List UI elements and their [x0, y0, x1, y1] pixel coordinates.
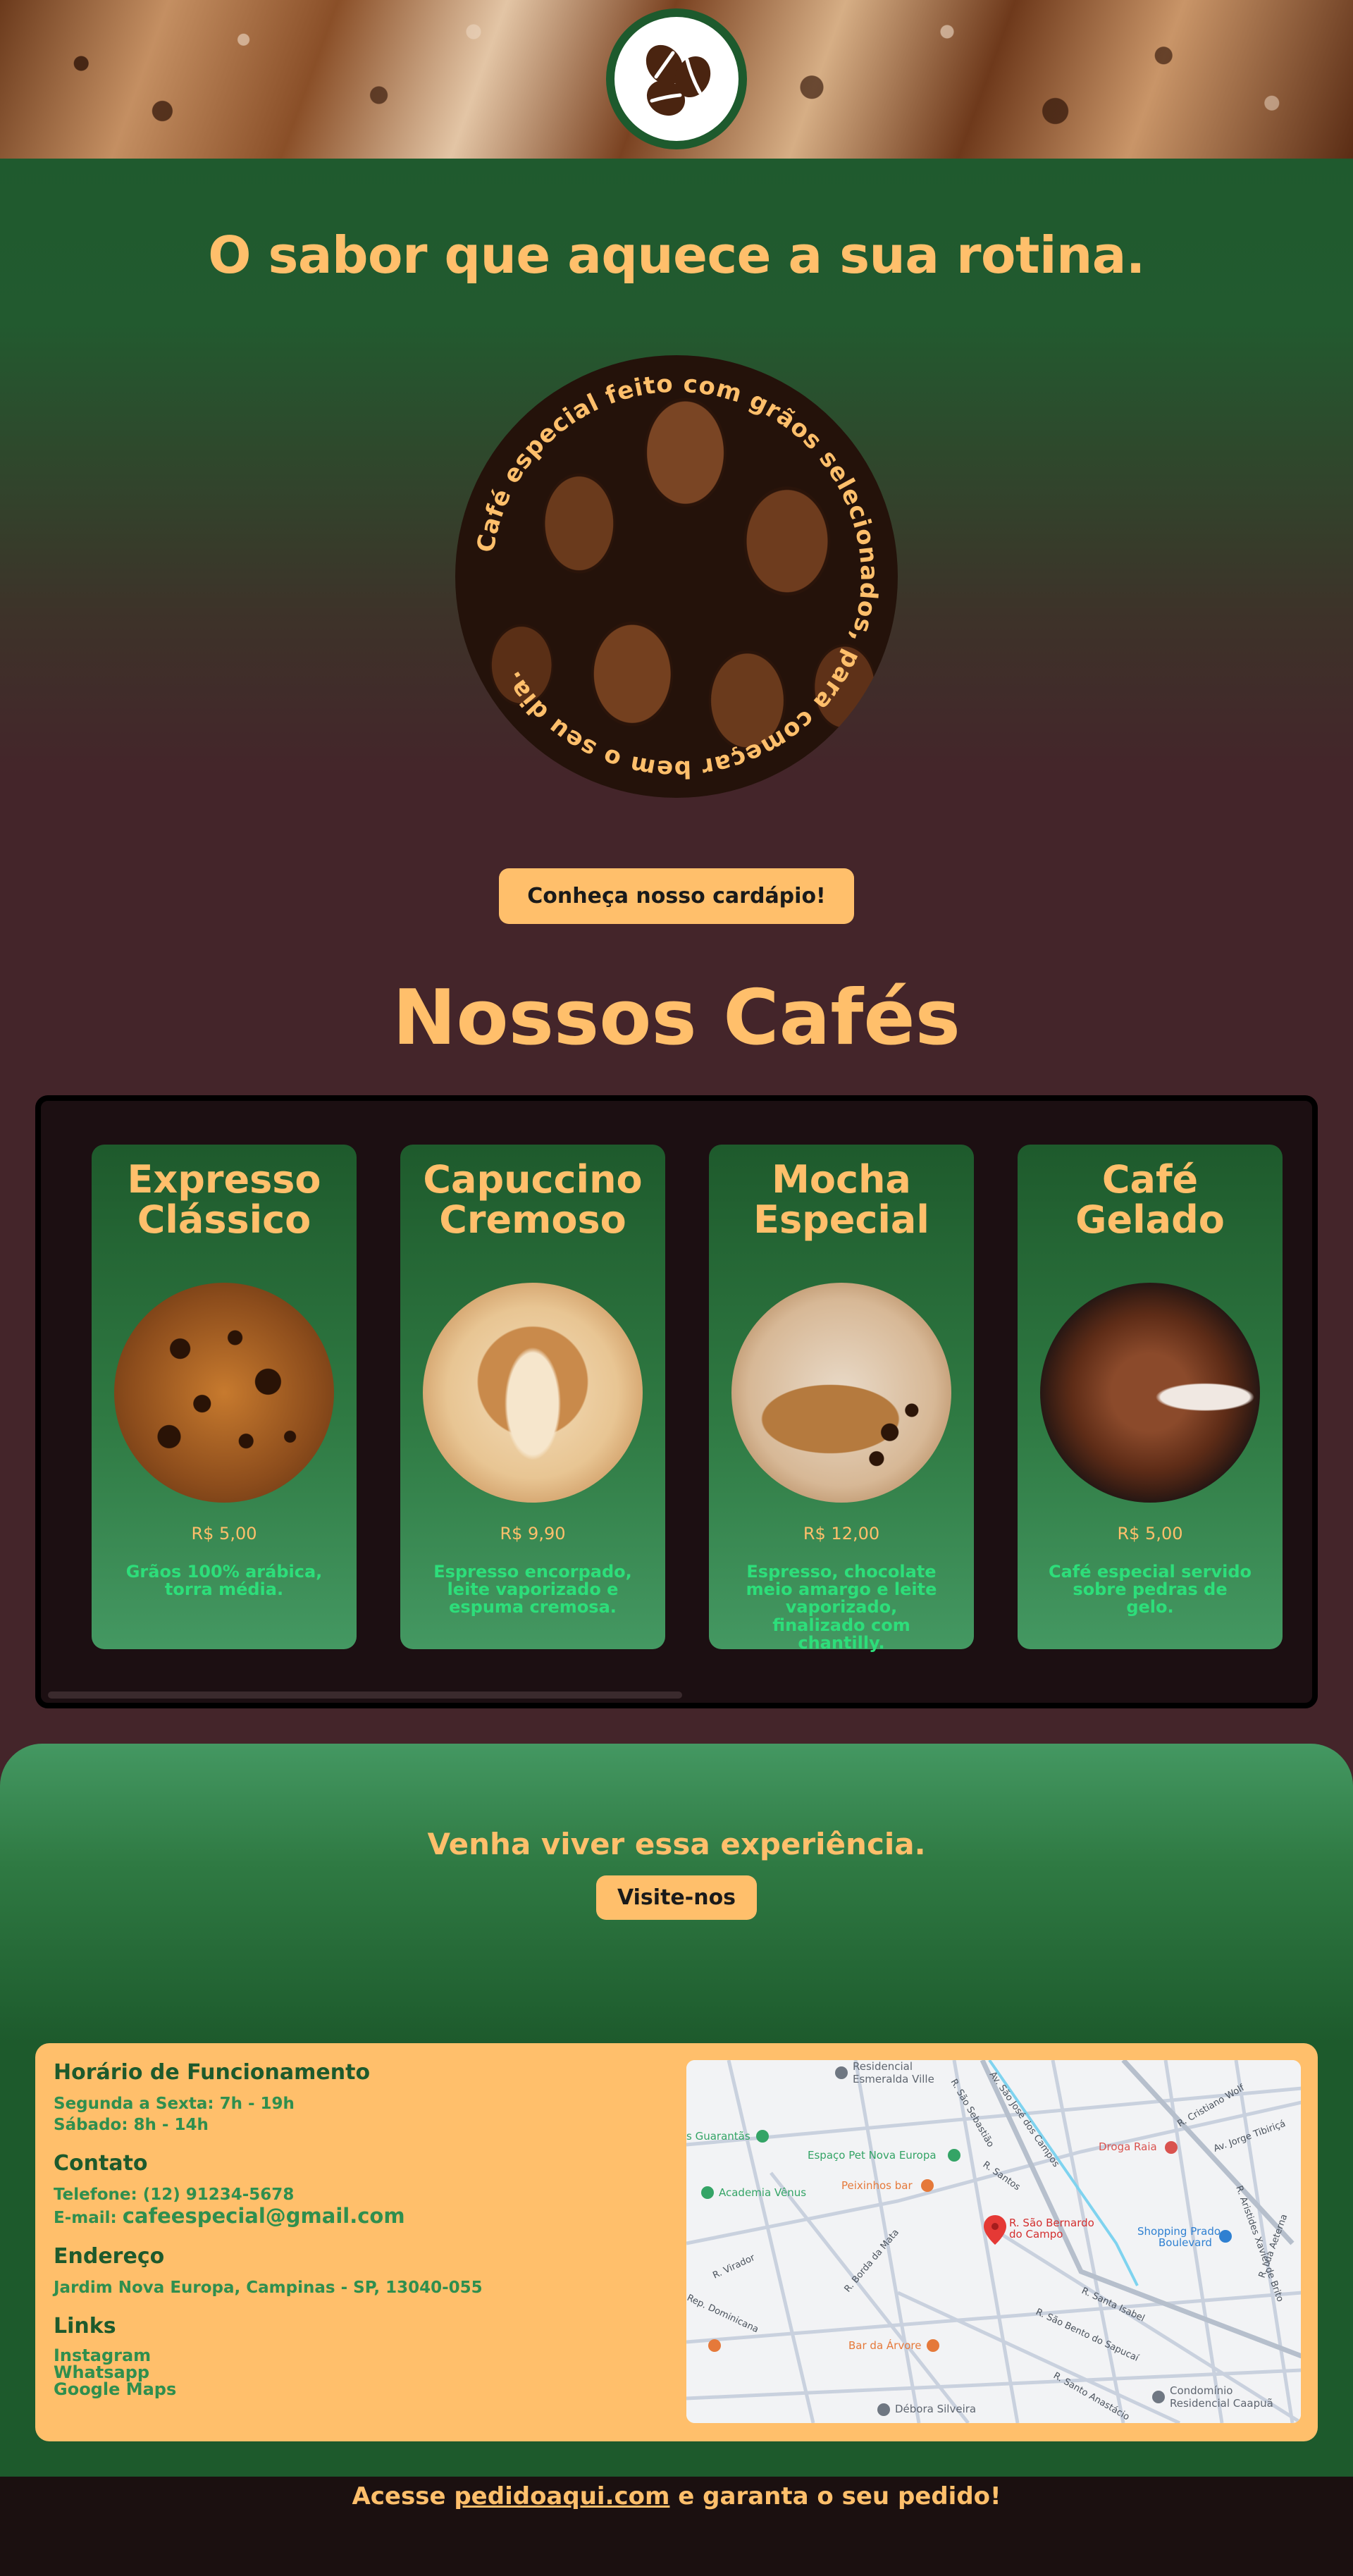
card-title: Mocha Especial: [709, 1157, 974, 1250]
footer-prefix: Acesse: [352, 2482, 446, 2510]
map-label: Espaço Pet Nova Europa: [808, 2149, 937, 2162]
card-description: Café especial servido sobre pedras de ge…: [1048, 1562, 1252, 1617]
card-title-line: Gelado: [1075, 1197, 1225, 1242]
visit-section: Venha viver essa experiência. Visite-nos: [0, 1744, 1353, 2043]
links-title: Links: [54, 2314, 116, 2338]
expresso-image: [114, 1283, 334, 1503]
map-canvas[interactable]: Residencial Esmeralda Ville s Guarantãs …: [686, 2060, 1302, 2423]
hours-saturday: Sábado: 8h - 14h: [54, 2116, 209, 2134]
coffee-card[interactable]: Mocha Especial R$ 12,00 Espresso, chocol…: [709, 1145, 974, 1653]
map-label: Residencial Caapuã: [1170, 2397, 1273, 2410]
phone: Telefone: (12) 91234-5678: [54, 2186, 295, 2204]
hours-title: Horário de Funcionamento: [54, 2060, 371, 2085]
card-title-line: Especial: [753, 1197, 929, 1242]
info-text: Horário de Funcionamento Segunda a Sexta…: [52, 2060, 686, 2424]
google-map[interactable]: Residencial Esmeralda Ville s Guarantãs …: [686, 2060, 1302, 2423]
card-price: R$ 5,00: [191, 1524, 257, 1543]
address-title: Endereço: [54, 2244, 165, 2269]
svg-text:Café especial feito com grãos: Café especial feito com grãos selecionad…: [471, 370, 883, 784]
order-link[interactable]: pedidoaqui.com: [454, 2482, 669, 2510]
map-label: Bar da Árvore: [848, 2338, 921, 2352]
capuccino-image: [423, 1283, 643, 1503]
mocha-image: [731, 1283, 951, 1503]
map-label: do Campo: [1009, 2228, 1063, 2241]
map-label: Condomínio: [1170, 2384, 1233, 2397]
visit-panel: Venha viver essa experiência. Visite-nos: [0, 1744, 1353, 2043]
carousel-scrollbar[interactable]: [48, 1691, 682, 1699]
map-label: Esmeralda Ville: [853, 2073, 934, 2085]
card-title: Expresso Clássico: [92, 1157, 357, 1250]
card-description: Espresso encorpado, leite vaporizado e e…: [433, 1562, 632, 1617]
footer: Acesse pedidoaqui.com e garanta o seu pe…: [0, 2477, 1353, 2519]
card-description: Espresso, chocolate meio amargo e leite …: [746, 1562, 937, 1653]
menu-button[interactable]: Conheça nosso cardápio!: [499, 868, 854, 924]
card-description: Grãos 100% arábica, torra média.: [125, 1562, 323, 1600]
card-title-line: Clássico: [137, 1197, 311, 1242]
visit-button[interactable]: Visite-nos: [595, 1875, 758, 1920]
coffee-card[interactable]: Café Gelado R$ 5,00 Café especial servid…: [1018, 1145, 1283, 1649]
card-title-line: Capuccino: [423, 1157, 643, 1202]
info-box: Horário de Funcionamento Segunda a Sexta…: [35, 2043, 1318, 2441]
coffees-section: Nossos Cafés Expresso Clássico R$ 5,00 G…: [0, 980, 1353, 1744]
instagram-link[interactable]: Instagram: [54, 2347, 686, 2364]
coffee-beans-photo: Café especial feito com grãos selecionad…: [455, 355, 898, 798]
section-title: Nossos Cafés: [393, 974, 960, 1062]
map-label: Residencial: [853, 2060, 913, 2073]
email-line: E-mail: cafeespecial@gmail.com: [54, 2205, 686, 2229]
coffee-card[interactable]: Expresso Clássico R$ 5,00 Grãos 100% ará…: [92, 1145, 357, 1649]
google-maps-link[interactable]: Google Maps: [54, 2381, 686, 2398]
card-title-line: Cremoso: [439, 1197, 626, 1242]
contact-title: Contato: [54, 2151, 148, 2176]
whatsapp-link[interactable]: Whatsapp: [54, 2364, 686, 2381]
map-label: Droga Raia: [1099, 2140, 1157, 2153]
card-title-line: Mocha: [772, 1157, 911, 1202]
info-section: Horário de Funcionamento Segunda a Sexta…: [0, 2043, 1353, 2477]
logo: [606, 8, 747, 149]
card-title: Café Gelado: [1018, 1157, 1283, 1250]
coffee-beans-icon: [645, 44, 711, 116]
map-label: Débora Silveira: [895, 2403, 976, 2415]
card-price: R$ 9,90: [500, 1524, 566, 1543]
map-label: Boulevard: [1159, 2236, 1212, 2249]
hours-weekdays: Segunda a Sexta: 7h - 19h: [54, 2095, 295, 2113]
map-label: s Guarantãs: [686, 2130, 750, 2143]
coffee-card[interactable]: Capuccino Cremoso R$ 9,90 Espresso encor…: [400, 1145, 665, 1649]
email-address[interactable]: cafeespecial@gmail.com: [123, 2204, 405, 2228]
address: Jardim Nova Europa, Campinas - SP, 13040…: [54, 2279, 483, 2297]
card-price: R$ 12,00: [803, 1524, 880, 1543]
coffee-carousel[interactable]: Expresso Clássico R$ 5,00 Grãos 100% ará…: [35, 1095, 1318, 1708]
visit-text: Venha viver essa experiência.: [427, 1827, 926, 1861]
hero-title: O sabor que aquece a sua rotina.: [208, 226, 1145, 285]
circular-text: Café especial feito com grãos selecionad…: [471, 370, 883, 784]
email-label: E-mail:: [54, 2209, 117, 2227]
ring-text: Café especial feito com grãos selecionad…: [471, 370, 882, 784]
card-price: R$ 5,00: [1117, 1524, 1183, 1543]
cafe-gelado-image: [1040, 1283, 1260, 1503]
hero-section: O sabor que aquece a sua rotina. Café es…: [0, 159, 1353, 980]
card-title-line: Café: [1101, 1157, 1199, 1202]
footer-suffix: e garanta o seu pedido!: [678, 2482, 1001, 2510]
card-title-line: Expresso: [127, 1157, 321, 1202]
card-title: Capuccino Cremoso: [400, 1157, 665, 1250]
map-label: Academia Vênus: [719, 2186, 806, 2199]
map-label: Peixinhos bar: [841, 2179, 913, 2192]
header-banner: [0, 0, 1353, 159]
